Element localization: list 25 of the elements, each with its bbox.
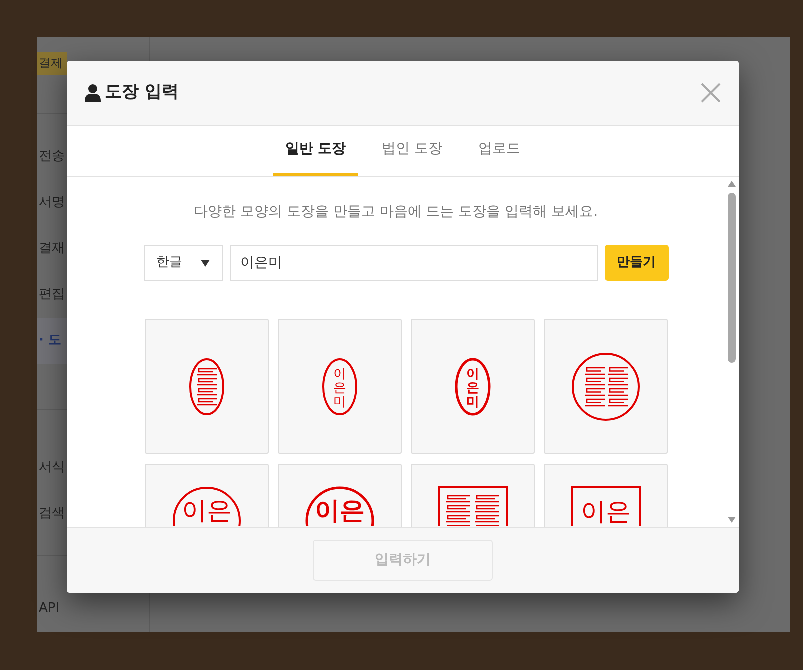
stamp-drawing: 이은미 (454, 358, 490, 416)
close-icon[interactable] (701, 83, 721, 103)
stamp-option[interactable]: 이은 (278, 464, 402, 527)
stamp-drawing: 이은 (304, 486, 374, 526)
stamp-drawing: 이은 (172, 486, 242, 526)
dropdown-arrow-icon (200, 260, 210, 266)
stamp-drawing: 이은미 (322, 358, 358, 416)
tab[interactable]: 법인 도장 (370, 125, 455, 176)
scroll-down-icon[interactable] (728, 517, 736, 523)
stamp-drawing: 이은 (570, 486, 640, 526)
scroll-up-icon[interactable] (728, 181, 736, 187)
stamp-option[interactable] (544, 319, 668, 454)
language-select[interactable]: 한글 (144, 245, 222, 281)
name-field[interactable]: 이은미 (230, 245, 598, 281)
stamp-option[interactable]: 이은 (544, 464, 668, 527)
dialog-title: 도장 입력 (105, 81, 179, 104)
make-button[interactable]: 만들기 (604, 245, 668, 281)
person-icon (85, 84, 101, 102)
stamp-option[interactable] (144, 319, 268, 454)
stamp-option[interactable]: 이은미 (410, 319, 534, 454)
description: 다양한 모양의 도장을 만들고 마음에 드는 도장을 입력해 보세요. (194, 203, 598, 222)
tab[interactable]: 업로드 (466, 125, 533, 176)
stamp-option[interactable]: 이은미 (278, 319, 402, 454)
tab[interactable]: 일반 도장 (273, 125, 358, 176)
stamp-option[interactable]: 이은 (144, 464, 268, 527)
